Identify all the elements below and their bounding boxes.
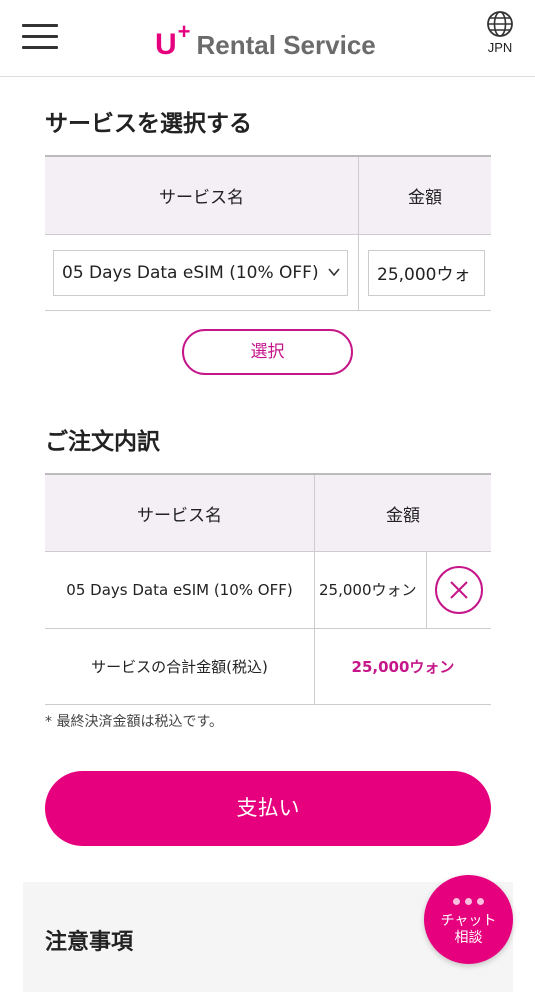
chat-label: チャット 相談 (440, 913, 497, 946)
remove-item-button[interactable] (435, 566, 483, 614)
logo-mark: U+ (155, 19, 191, 61)
language-label: JPN (487, 40, 513, 55)
choose-button[interactable]: 選択 (182, 329, 353, 375)
select-service-title: サービスを選択する (45, 111, 252, 137)
column-header-price: 金額 (314, 474, 491, 552)
order-item-price: 25,000ウォン (314, 551, 427, 629)
pay-button[interactable]: 支払い (45, 771, 491, 846)
chat-consult-button[interactable]: チャット 相談 (424, 875, 513, 964)
order-details-title: ご注文内訳 (45, 429, 160, 455)
order-item-name: 05 Days Data eSIM (10% OFF) (45, 551, 315, 629)
globe-icon (487, 11, 513, 37)
chat-dots-icon (424, 898, 513, 905)
total-row: サービスの合計金額(税込) 25,000ウォン (45, 628, 491, 705)
price-field: 25,000ウォ (368, 249, 485, 296)
logo-text: Rental Service (196, 30, 376, 60)
service-select-value: 05 Days Data eSIM (10% OFF) (62, 262, 319, 283)
total-value: 25,000ウォン (314, 628, 491, 705)
language-switcher[interactable]: JPN (483, 10, 517, 55)
select-service-table: サービス名 金額 05 Days Data eSIM (10% OFF) 25,… (45, 155, 491, 311)
column-header-price: 金額 (358, 156, 491, 235)
column-header-service: サービス名 (45, 156, 359, 235)
chevron-down-icon (328, 267, 340, 276)
logo[interactable]: U+ Rental Service (155, 19, 376, 61)
tax-note: * 最終決済金額は税込です。 (45, 714, 224, 730)
app-header: U+ Rental Service JPN (0, 0, 535, 77)
order-row: 05 Days Data eSIM (10% OFF) 25,000ウォン (45, 551, 491, 629)
menu-icon[interactable] (22, 24, 58, 50)
order-table: サービス名 金額 05 Days Data eSIM (10% OFF) 25,… (45, 473, 491, 705)
total-label: サービスの合計金額(税込) (45, 628, 315, 705)
close-icon (450, 581, 468, 599)
caution-title: 注意事項 (45, 930, 134, 955)
service-select[interactable]: 05 Days Data eSIM (10% OFF) (53, 249, 348, 296)
column-header-service: サービス名 (45, 474, 315, 552)
